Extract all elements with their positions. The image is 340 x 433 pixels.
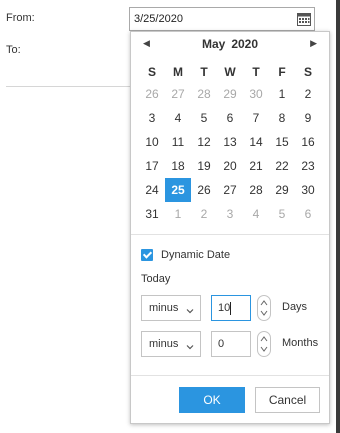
- calendar-day[interactable]: 10: [139, 130, 165, 154]
- calendar-day-selected[interactable]: 25: [165, 178, 191, 202]
- stepper-arrows-icon: [260, 336, 268, 352]
- calendar-day[interactable]: 16: [295, 130, 321, 154]
- calendar-day[interactable]: 4: [243, 202, 269, 226]
- to-label: To:: [6, 44, 21, 56]
- months-value-input[interactable]: 0: [211, 331, 251, 357]
- cancel-button[interactable]: Cancel: [255, 387, 320, 413]
- calendar-day[interactable]: 28: [243, 178, 269, 202]
- weekday-header: S M T W T F S: [139, 60, 321, 84]
- calendar-day[interactable]: 13: [217, 130, 243, 154]
- calendar-day[interactable]: 27: [165, 82, 191, 106]
- calendar-day[interactable]: 7: [243, 106, 269, 130]
- calendar-day[interactable]: 19: [191, 154, 217, 178]
- separator: [131, 234, 329, 235]
- calendar-day[interactable]: 11: [165, 130, 191, 154]
- separator: [131, 375, 329, 376]
- calendar-day[interactable]: 20: [217, 154, 243, 178]
- calendar-day[interactable]: 12: [191, 130, 217, 154]
- calendar-icon[interactable]: [296, 11, 312, 27]
- calendar-day[interactable]: 2: [295, 82, 321, 106]
- from-date-value: 3/25/2020: [134, 13, 183, 25]
- months-unit-label: Months: [282, 337, 319, 349]
- calendar-day[interactable]: 30: [295, 178, 321, 202]
- calendar-day[interactable]: 24: [139, 178, 165, 202]
- weekday-thu: T: [252, 65, 260, 79]
- calendar-day[interactable]: 3: [139, 106, 165, 130]
- calendar-day[interactable]: 26: [139, 82, 165, 106]
- next-month-icon[interactable]: ▶: [310, 38, 317, 49]
- calendar-day[interactable]: 5: [191, 106, 217, 130]
- from-date-input[interactable]: 3/25/2020: [129, 7, 315, 31]
- weekday-mon: M: [173, 65, 183, 79]
- months-operator-select[interactable]: minus: [141, 331, 201, 357]
- days-stepper[interactable]: [257, 295, 271, 321]
- dynamic-date-checkbox[interactable]: [141, 249, 153, 261]
- calendar-week-1: 26 27 28 29 30 1 2: [139, 82, 321, 106]
- weekday-sat: S: [303, 65, 312, 79]
- weekday-wed: W: [224, 65, 236, 79]
- months-stepper[interactable]: [257, 331, 271, 357]
- days-value-input[interactable]: 10: [211, 295, 251, 321]
- days-operator-value: minus: [149, 302, 179, 314]
- calendar-day[interactable]: 27: [217, 178, 243, 202]
- month-name: May: [201, 37, 226, 51]
- calendar-day[interactable]: 26: [191, 178, 217, 202]
- calendar-day[interactable]: 1: [165, 202, 191, 226]
- date-picker-popup: ◀ May 2020 ▶ S M T W T F S 26 27 28 29 30…: [130, 31, 330, 424]
- calendar-day[interactable]: 5: [269, 202, 295, 226]
- calendar-day[interactable]: 29: [217, 82, 243, 106]
- month-header: ◀ May 2020 ▶: [131, 32, 329, 56]
- calendar-day[interactable]: 9: [295, 106, 321, 130]
- days-value: 10: [218, 302, 231, 314]
- dynamic-date-option[interactable]: Dynamic Date: [141, 248, 230, 262]
- calendar-day[interactable]: 17: [139, 154, 165, 178]
- calendar-day[interactable]: 1: [269, 82, 295, 106]
- calendar-day[interactable]: 2: [191, 202, 217, 226]
- text-caret: [230, 302, 231, 315]
- month-title: May 2020: [131, 37, 329, 51]
- calendar-day[interactable]: 14: [243, 130, 269, 154]
- calendar-day[interactable]: 28: [191, 82, 217, 106]
- from-label: From:: [6, 12, 35, 24]
- weekday-sun: S: [147, 65, 156, 79]
- calendar-week-2: 3 4 5 6 7 8 9: [139, 106, 321, 130]
- weekday-fri: F: [278, 65, 286, 79]
- calendar-day[interactable]: 8: [269, 106, 295, 130]
- days-operator-select[interactable]: minus: [141, 295, 201, 321]
- calendar-day[interactable]: 30: [243, 82, 269, 106]
- chevron-down-icon: [186, 340, 194, 350]
- ok-button[interactable]: OK: [179, 387, 245, 413]
- dynamic-date-label: Dynamic Date: [161, 249, 231, 261]
- calendar-day[interactable]: 21: [243, 154, 269, 178]
- calendar-day[interactable]: 4: [165, 106, 191, 130]
- calendar-week-5: 24 25 26 27 28 29 30: [139, 178, 321, 202]
- calendar-day[interactable]: 6: [217, 106, 243, 130]
- year-value: 2020: [231, 37, 259, 51]
- calendar-day[interactable]: 3: [217, 202, 243, 226]
- calendar-day[interactable]: 15: [269, 130, 295, 154]
- months-operator-value: minus: [149, 338, 179, 350]
- calendar-day[interactable]: 6: [295, 202, 321, 226]
- weekday-tue: T: [200, 65, 208, 79]
- calendar-week-4: 17 18 19 20 21 22 23: [139, 154, 321, 178]
- stepper-arrows-icon: [260, 300, 268, 316]
- calendar-day[interactable]: 31: [139, 202, 165, 226]
- calendar-week-6: 31 1 2 3 4 5 6: [139, 202, 321, 226]
- calendar-day[interactable]: 29: [269, 178, 295, 202]
- calendar-day[interactable]: 18: [165, 154, 191, 178]
- calendar-day[interactable]: 22: [269, 154, 295, 178]
- window-edge: [336, 0, 340, 433]
- months-value: 0: [218, 338, 225, 350]
- divider: [6, 86, 130, 87]
- days-unit-label: Days: [282, 301, 308, 313]
- calendar-day[interactable]: 23: [295, 154, 321, 178]
- today-label: Today: [141, 273, 171, 285]
- chevron-down-icon: [186, 304, 194, 314]
- calendar-week-3: 10 11 12 13 14 15 16: [139, 130, 321, 154]
